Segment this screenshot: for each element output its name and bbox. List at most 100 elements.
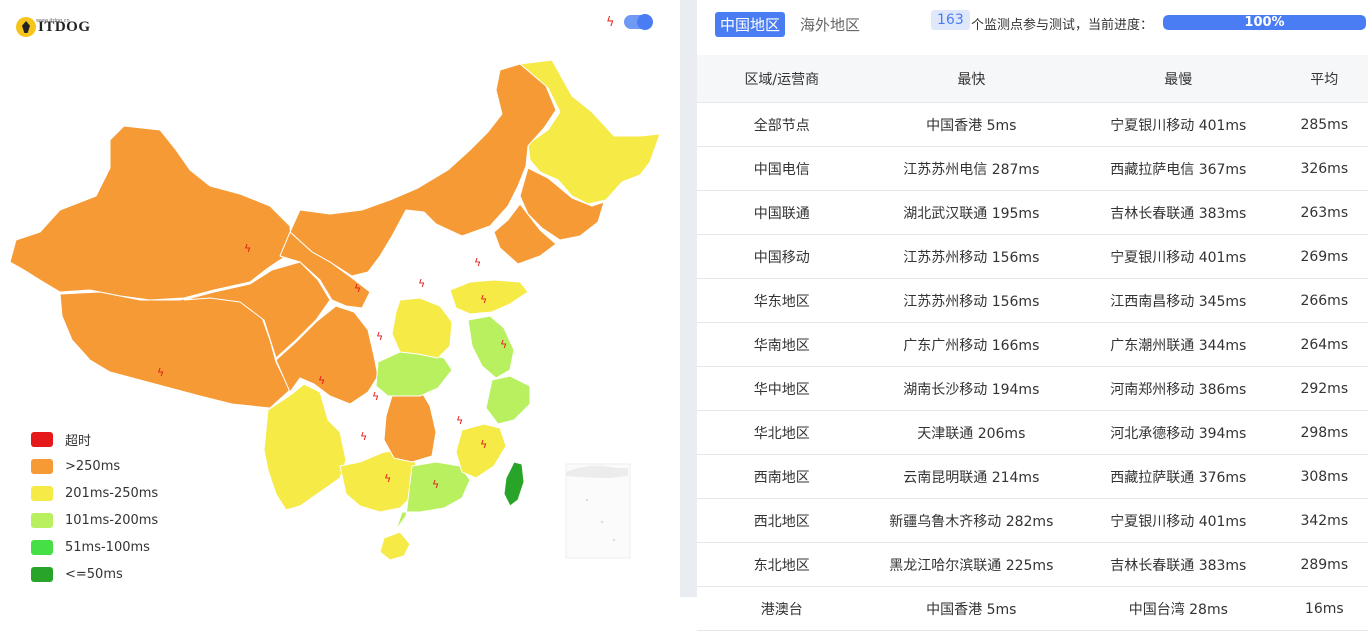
latency-legend: 超时 >250ms 201ms-250ms 101ms-200ms 51ms-100ms… [31,426,158,588]
table-row[interactable]: 华中地区 湖南长沙移动 194ms 河南郑州移动 386ms 292ms [697,366,1368,411]
table-row[interactable]: 中国电信 江苏苏州电信 287ms 西藏拉萨电信 367ms 326ms [697,146,1368,191]
bolt-icon: ϟ [318,374,325,387]
cell-fastest: 江苏苏州电信 287ms [866,146,1077,191]
cell-slowest: 中国台湾 28ms [1076,586,1281,631]
cell-average: 285ms [1280,102,1368,147]
table-row[interactable]: 东北地区 黑龙江哈尔滨联通 225ms 吉林长春联通 383ms 289ms [697,542,1368,587]
bolt-icon: ϟ [474,256,481,269]
province-hunan[interactable] [383,385,437,463]
table-row[interactable]: 华南地区 广东广州移动 166ms 广东潮州联通 344ms 264ms [697,322,1368,367]
legend-item[interactable]: 超时 [31,426,158,453]
table-row[interactable]: 港澳台 中国香港 5ms 中国台湾 28ms 16ms [697,586,1368,631]
region-tabs: 中国地区 海外地区 [715,12,875,37]
node-count-badge: 163 [931,10,970,30]
province-shandong[interactable] [449,279,529,315]
province-zhejiang[interactable] [485,375,531,425]
cell-slowest: 吉林长春联通 383ms [1076,190,1281,235]
table-row[interactable]: 西南地区 云南昆明联通 214ms 西藏拉萨联通 376ms 308ms [697,454,1368,499]
results-table: 区域/运营商 最快 最慢 平均 全部节点 中国香港 5ms 宁夏银川移动 401ms… [697,55,1368,631]
progress-label: 100% [1244,15,1285,30]
table-row[interactable]: 华北地区 天津联通 206ms 河北承德移动 394ms 298ms [697,410,1368,455]
cell-slowest: 广东潮州联通 344ms [1076,322,1281,367]
bolt-icon: ϟ [372,390,379,403]
legend-swatch [31,486,53,501]
progress-text: 个监测点参与测试，当前进度： [971,18,1154,33]
tab-overseas[interactable]: 海外地区 [795,12,865,37]
bolt-icon: ϟ [360,430,367,443]
legend-label: 超时 [65,434,92,449]
header-region[interactable]: 区域/运营商 [697,55,867,103]
province-xinjiang[interactable] [9,125,293,301]
table-row[interactable]: 中国移动 江苏苏州移动 156ms 宁夏银川移动 401ms 269ms [697,234,1368,279]
cell-fastest: 中国香港 5ms [866,586,1077,631]
province-hubei[interactable] [375,351,453,397]
legend-label: <=50ms [65,567,123,582]
table-row[interactable]: 全部节点 中国香港 5ms 宁夏银川移动 401ms 285ms [697,102,1368,147]
cell-average: 326ms [1280,146,1368,191]
legend-swatch [31,513,53,528]
header-average[interactable]: 平均 [1280,55,1368,103]
cell-region: 西北地区 [697,498,867,543]
bolt-icon: ϟ [480,438,487,451]
legend-item[interactable]: >250ms [31,453,158,480]
cell-fastest: 黑龙江哈尔滨联通 225ms [866,542,1077,587]
cell-slowest: 西藏拉萨电信 367ms [1076,146,1281,191]
legend-label: >250ms [65,459,121,474]
cell-average: 16ms [1280,586,1368,631]
progress-bar: 100% [1163,15,1366,30]
bolt-icon: ϟ [354,282,361,295]
bolt-icon: ϟ [376,330,383,343]
cell-region: 中国电信 [697,146,867,191]
cell-average: 308ms [1280,454,1368,499]
cell-fastest: 湖北武汉联通 195ms [866,190,1077,235]
header-fastest[interactable]: 最快 [866,55,1077,103]
cell-region: 港澳台 [697,586,867,631]
cell-region: 华南地区 [697,322,867,367]
cell-region: 中国移动 [697,234,867,279]
bolt-icon: ϟ [244,242,251,255]
province-hainan[interactable] [379,531,411,561]
cell-slowest: 宁夏银川移动 401ms [1076,234,1281,279]
province-henan[interactable] [391,297,453,359]
legend-label: 51ms-100ms [65,540,150,555]
cell-average: 266ms [1280,278,1368,323]
bolt-icon: ϟ [418,277,425,290]
tab-china[interactable]: 中国地区 [715,12,786,37]
map-panel: ITDOG www.itdog.cn ϟ ϟϟϟϟϟϟϟϟϟϟϟϟϟϟϟ 超时 >… [0,0,680,597]
header-slowest[interactable]: 最慢 [1076,55,1281,103]
table-header-row: 区域/运营商 最快 最慢 平均 [697,55,1368,103]
legend-swatch [31,459,53,474]
bolt-icon: ϟ [500,338,507,351]
cell-slowest: 江西南昌移动 345ms [1076,278,1281,323]
table-row[interactable]: 华东地区 江苏苏州移动 156ms 江西南昌移动 345ms 266ms [697,278,1368,323]
cell-region: 全部节点 [697,102,867,147]
legend-item[interactable]: 101ms-200ms [31,507,158,534]
cell-fastest: 湖南长沙移动 194ms [866,366,1077,411]
legend-item[interactable]: 201ms-250ms [31,480,158,507]
table-row[interactable]: 西北地区 新疆乌鲁木齐移动 282ms 宁夏银川移动 401ms 342ms [697,498,1368,543]
cell-region: 华中地区 [697,366,867,411]
province-taiwan[interactable] [503,461,525,507]
cell-slowest: 宁夏银川移动 401ms [1076,498,1281,543]
cell-region: 西南地区 [697,454,867,499]
cell-average: 269ms [1280,234,1368,279]
legend-swatch [31,540,53,555]
province-fujian[interactable] [455,423,507,479]
cell-fastest: 中国香港 5ms [866,102,1077,147]
cell-average: 298ms [1280,410,1368,455]
cell-fastest: 天津联通 206ms [866,410,1077,455]
cell-slowest: 吉林长春联通 383ms [1076,542,1281,587]
bolt-icon: ϟ [384,472,391,485]
cell-average: 264ms [1280,322,1368,367]
table-row[interactable]: 中国联通 湖北武汉联通 195ms 吉林长春联通 383ms 263ms [697,190,1368,235]
cell-average: 342ms [1280,498,1368,543]
cell-fastest: 广东广州移动 166ms [866,322,1077,367]
legend-item[interactable]: 51ms-100ms [31,534,158,561]
cell-slowest: 西藏拉萨联通 376ms [1076,454,1281,499]
cell-fastest: 云南昆明联通 214ms [866,454,1077,499]
bolt-icon: ϟ [480,293,487,306]
cell-average: 263ms [1280,190,1368,235]
bolt-icon: ϟ [432,478,439,491]
bolt-icon: ϟ [157,366,164,379]
legend-item[interactable]: <=50ms [31,561,158,588]
